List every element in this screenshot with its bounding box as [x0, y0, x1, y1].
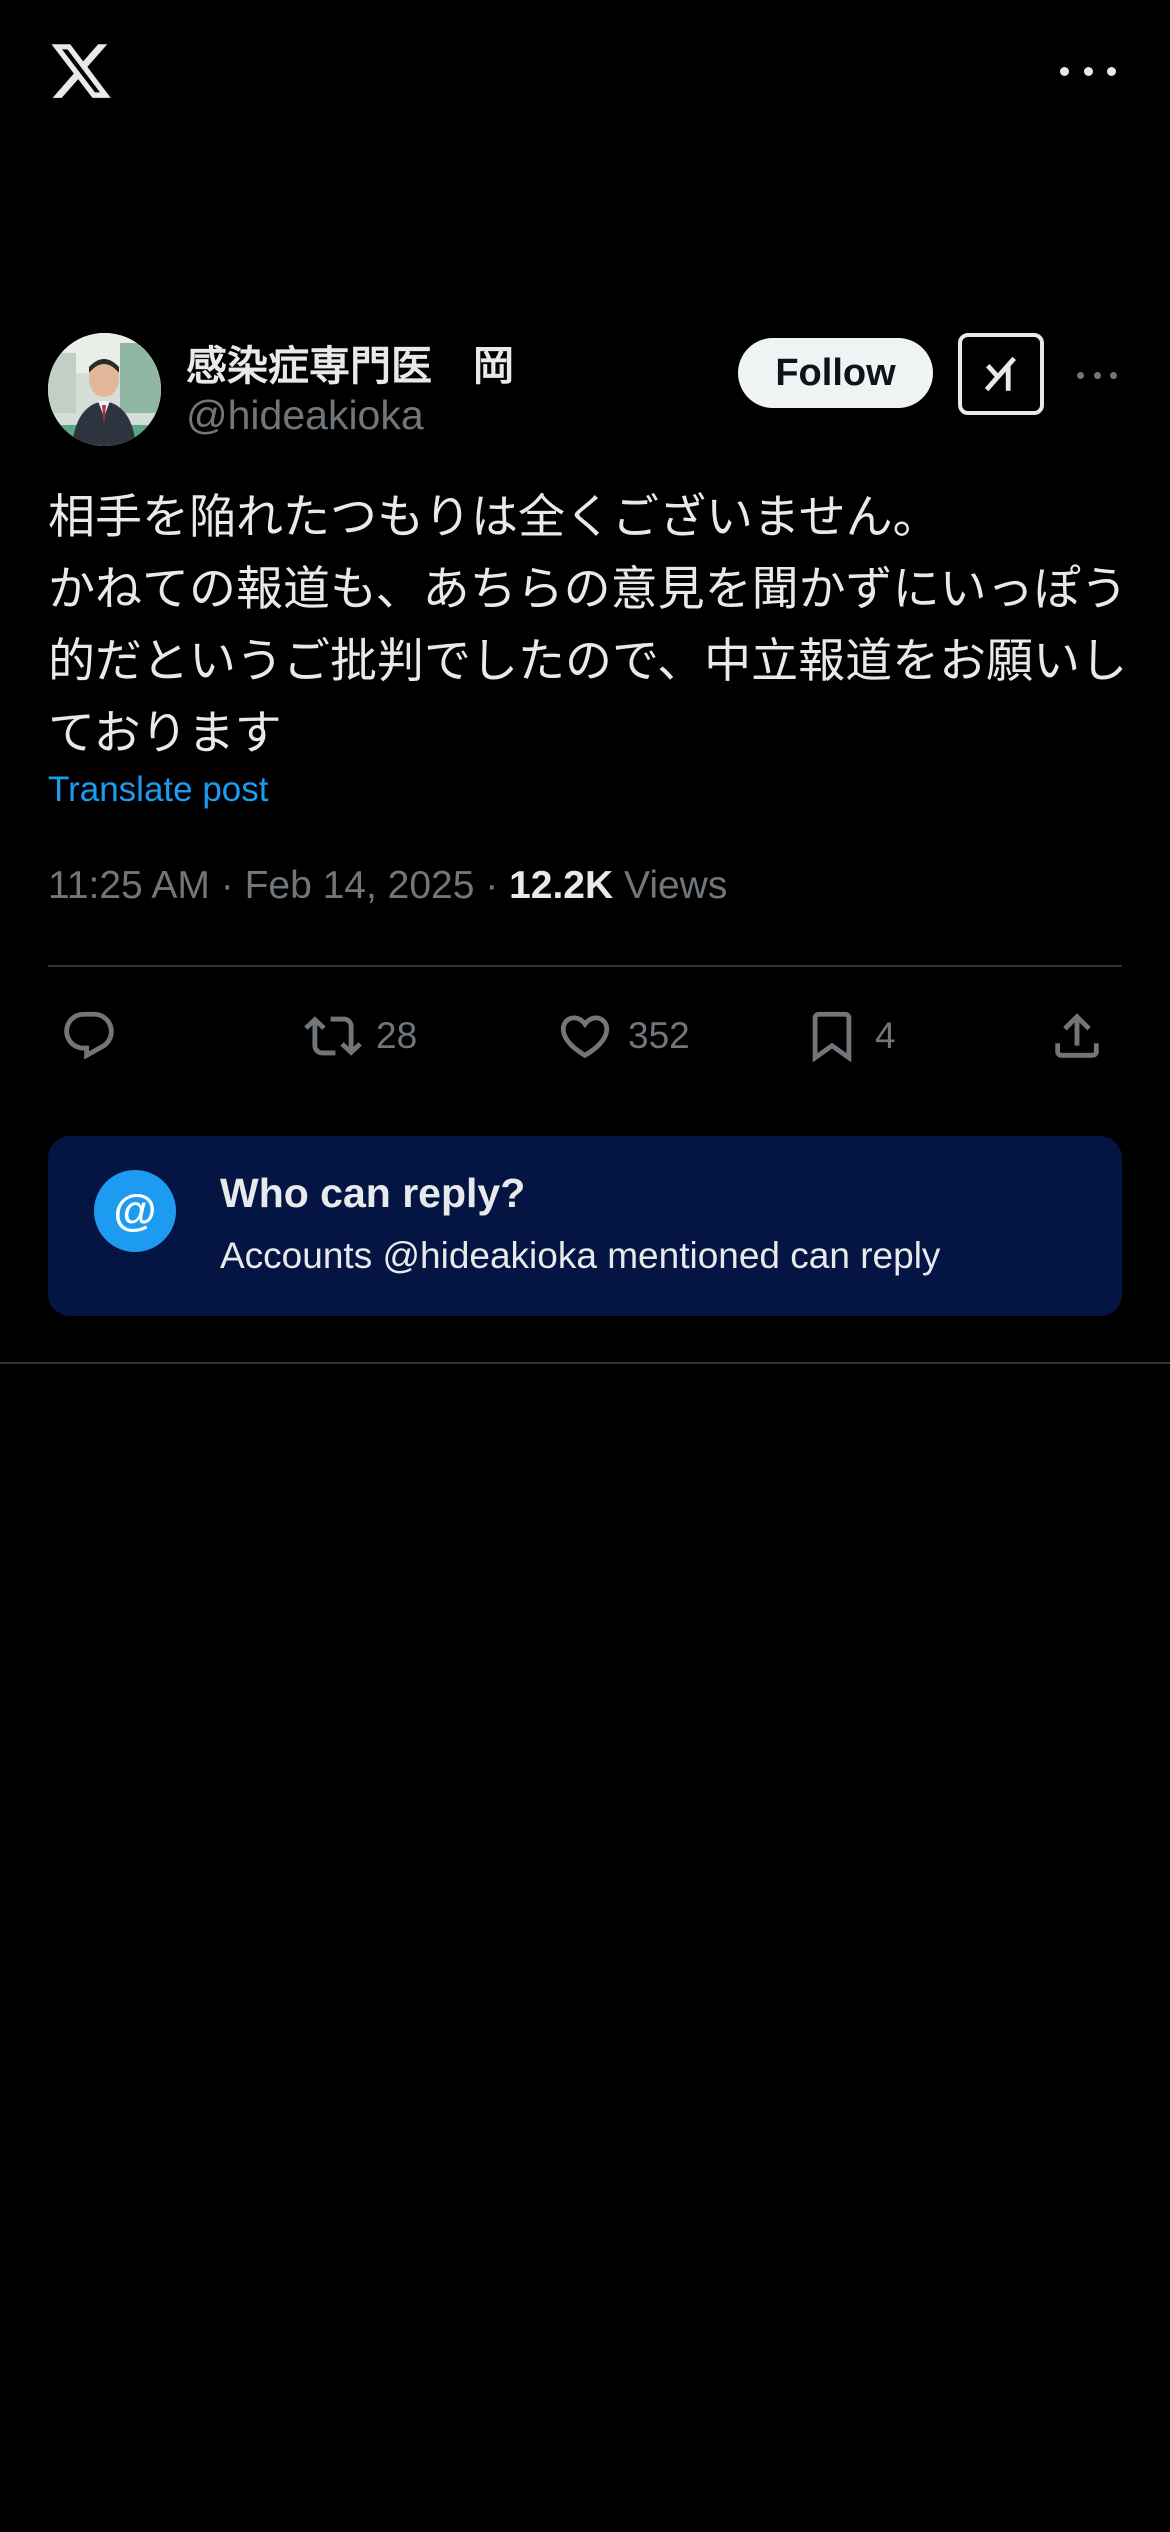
- translate-post-link[interactable]: Translate post: [48, 770, 268, 810]
- tweet-meta: 11:25 AM · Feb 14, 2025 · 12.2K Views: [48, 864, 727, 908]
- top-bar: [0, 0, 1170, 150]
- more-horizontal-icon[interactable]: [1060, 56, 1116, 86]
- author-handle[interactable]: @hideakioka: [186, 392, 424, 439]
- x-logo-icon[interactable]: [48, 38, 114, 104]
- share-icon: [1055, 1013, 1099, 1058]
- views-count: 12.2K: [509, 864, 614, 907]
- divider: [48, 965, 1122, 967]
- retweet-count: 28: [376, 1015, 418, 1056]
- follow-button[interactable]: Follow: [738, 338, 933, 408]
- who-can-reply-card: @ Who can reply? Accounts @hideakioka me…: [48, 1136, 1122, 1316]
- post-more-icon[interactable]: [1077, 368, 1117, 382]
- heart-icon: [560, 1015, 610, 1059]
- tweet-date[interactable]: Feb 14, 2025: [245, 864, 475, 907]
- bookmark-count: 4: [875, 1015, 896, 1056]
- reply-button[interactable]: [60, 1005, 118, 1067]
- meta-separator: ·: [485, 864, 510, 907]
- tweet-text: 相手を陥れたつもりは全くございません。 かねての報道も、あちらの意見を聞かずにい…: [48, 490, 1128, 761]
- who-can-reply-subtitle: Accounts @hideakioka mentioned can reply: [220, 1235, 941, 1276]
- avatar[interactable]: [48, 333, 161, 446]
- grok-icon[interactable]: [958, 333, 1044, 415]
- meta-separator: ·: [220, 864, 245, 907]
- retweet-icon: [304, 1016, 362, 1056]
- bookmark-button[interactable]: 4: [803, 1005, 896, 1067]
- tweet-time[interactable]: 11:25 AM: [48, 864, 210, 907]
- who-can-reply-title: Who can reply?: [220, 1170, 526, 1216]
- bookmark-icon: [812, 1011, 852, 1063]
- views-label: Views: [624, 864, 728, 907]
- like-button[interactable]: 352: [556, 1005, 690, 1067]
- author-name[interactable]: 感染症専門医 岡: [186, 332, 514, 392]
- at-icon: @: [94, 1170, 176, 1252]
- reply-icon: [64, 1011, 114, 1060]
- tweet-page: 感染症専門医 岡 @hideakioka Follow 相手を陥れたつもりは全く…: [0, 0, 1170, 2532]
- retweet-button[interactable]: 28: [304, 1005, 417, 1067]
- share-button[interactable]: [1048, 1005, 1106, 1067]
- divider: [0, 1362, 1170, 1364]
- like-count: 352: [628, 1015, 690, 1056]
